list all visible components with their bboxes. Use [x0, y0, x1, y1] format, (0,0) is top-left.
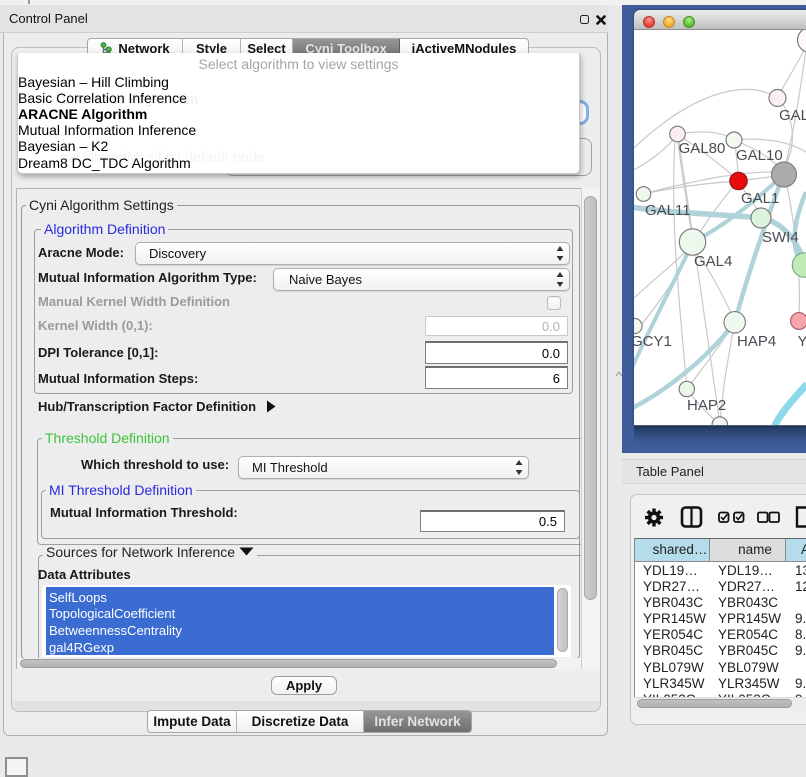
svg-text:GAL1: GAL1	[741, 190, 779, 207]
svg-text:HAP4: HAP4	[737, 333, 776, 350]
svg-text:Y: Y	[798, 333, 806, 350]
svg-text:HAP2: HAP2	[687, 397, 726, 414]
svg-text:GAL4: GAL4	[694, 253, 732, 270]
svg-text:SWI4: SWI4	[762, 229, 799, 246]
svg-text:GAL10: GAL10	[736, 147, 783, 164]
svg-text:GAL11: GAL11	[645, 202, 691, 219]
svg-text:GAL7: GAL7	[779, 107, 806, 124]
svg-text:GCY1: GCY1	[634, 333, 672, 350]
svg-text:GAL80: GAL80	[679, 140, 726, 157]
